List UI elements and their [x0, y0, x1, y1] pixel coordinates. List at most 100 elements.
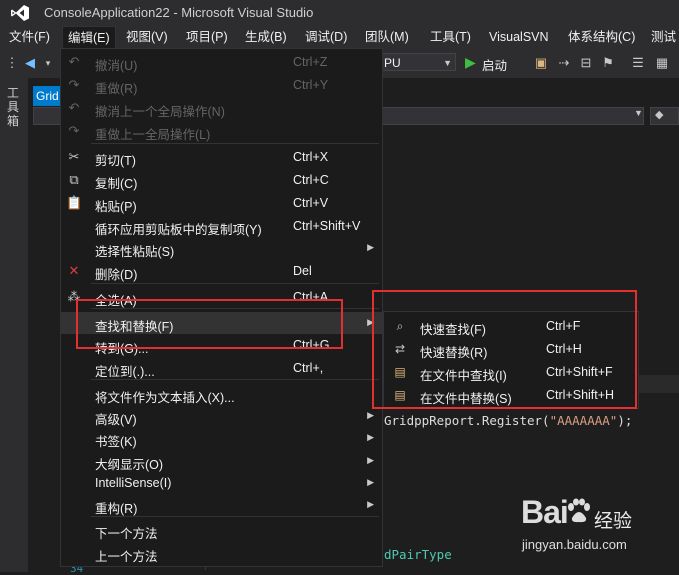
document-tab[interactable]: Grid: [33, 86, 61, 106]
edit-menu-item-label: 重构(R): [95, 502, 138, 516]
edit-menu-item: ↷ 重做上一全局操作(L): [61, 120, 382, 142]
submenu-arrow-icon: ▶: [367, 242, 374, 252]
edit-menu-item-label: 将文件作为文本插入(X)...: [95, 391, 235, 405]
visual-studio-logo-icon: [11, 5, 29, 21]
edit-menu-item[interactable]: ✂ 剪切(T) Ctrl+X: [61, 146, 382, 168]
paw-logo-icon: [568, 498, 590, 523]
edit-menu-item[interactable]: ⧉ 复制(C) Ctrl+C: [61, 169, 382, 191]
menu-separator: [91, 283, 379, 284]
edit-menu-item[interactable]: 选择性粘贴(S) ▶: [61, 237, 382, 259]
menu-5[interactable]: 调试(D): [300, 26, 352, 48]
edit-menu-item-label: 下一个方法: [95, 527, 158, 541]
attach-icon[interactable]: ▣: [533, 55, 549, 71]
chevron-down-icon: ▼: [634, 108, 643, 118]
menu-9[interactable]: 体系结构(C): [563, 26, 640, 48]
menu-2[interactable]: 视图(V): [121, 26, 173, 48]
edit-menu-item-label: IntelliSense(I): [95, 476, 172, 490]
comment-icon[interactable]: ▦: [654, 55, 670, 71]
menu-10[interactable]: 测试: [646, 26, 679, 48]
copy-icon: ⧉: [69, 172, 79, 187]
edit-menu-item[interactable]: 上一个方法: [61, 542, 382, 564]
code-line[interactable]: GridppReport.Register("AAAAAAA");: [384, 413, 632, 428]
edit-menu-item-shortcut: Ctrl+,: [293, 361, 324, 375]
menu-separator: [91, 143, 379, 144]
list-icon[interactable]: ☰: [630, 55, 646, 71]
edit-menu-item[interactable]: 循环应用剪贴板中的复制项(Y) Ctrl+Shift+V: [61, 215, 382, 237]
chevron-down-icon: ▼: [443, 58, 452, 68]
edit-menu-item[interactable]: 下一个方法: [61, 519, 382, 541]
menu-8[interactable]: VisualSVN: [484, 26, 554, 48]
edit-menu-item-shortcut: Ctrl+C: [293, 173, 329, 187]
edit-menu-item-label: 上一个方法: [95, 550, 158, 564]
annotation-box-find-replace: [76, 299, 343, 349]
edit-menu-item-label: 大纲显示(O): [95, 458, 164, 472]
start-button-label[interactable]: 启动: [482, 55, 507, 74]
redo-icon: ↷: [68, 77, 80, 92]
edit-menu-item[interactable]: 定位到(.)... Ctrl+,: [61, 357, 382, 379]
edit-menu-item-shortcut: Ctrl+V: [293, 196, 329, 210]
undo-global-icon: ↶: [68, 100, 80, 115]
edit-menu-item-label: 循环应用剪贴板中的复制项(Y): [95, 223, 262, 237]
paste-icon: 📋: [66, 195, 83, 210]
edit-menu-item[interactable]: 重构(R) ▶: [61, 494, 382, 516]
platform-combo-value: PU: [384, 56, 401, 70]
edit-menu-item-label: 复制(C): [95, 177, 138, 191]
edit-menu-item-shortcut: Ctrl+Z: [293, 55, 328, 69]
type-nav-combo[interactable]: [380, 107, 644, 125]
edit-menu-item[interactable]: 📋 粘贴(P) Ctrl+V: [61, 192, 382, 214]
edit-menu-item[interactable]: 大纲显示(O) ▶: [61, 450, 382, 472]
undo-icon: ↶: [68, 54, 80, 69]
start-icon[interactable]: ▶: [465, 54, 476, 71]
menu-6[interactable]: 团队(M): [360, 26, 414, 48]
platform-combo[interactable]: PU ▼: [380, 53, 456, 71]
menu-0[interactable]: 文件(F): [4, 26, 55, 48]
watermark-url: jingyan.baidu.com: [522, 537, 627, 552]
toolbox-strip: [0, 78, 28, 572]
project-nav-combo[interactable]: [33, 107, 63, 125]
edit-menu-item-label: 撤消(U): [95, 59, 138, 73]
submenu-arrow-icon: ▶: [367, 499, 374, 509]
menu-3[interactable]: 项目(P): [181, 26, 233, 48]
step-icon[interactable]: ⇢: [556, 55, 572, 71]
edit-menu-item-label: 高级(V): [95, 413, 137, 427]
edit-menu-item[interactable]: 将文件作为文本插入(X)...: [61, 383, 382, 405]
annotation-box-submenu: [372, 290, 637, 409]
delete-icon: ✕: [68, 263, 80, 278]
edit-menu-item-label: 粘贴(P): [95, 200, 137, 214]
menu-bar: 文件(F) 编辑(E) 视图(V) 项目(P) 生成(B) 调试(D) 团队(M) 工具(T)…: [0, 26, 679, 48]
redo-global-icon: ↷: [68, 123, 80, 138]
submenu-arrow-icon: ▶: [367, 455, 374, 465]
edit-menu-item-label: 剪切(T): [95, 154, 136, 168]
toolbox-tab[interactable]: 工具箱: [7, 86, 21, 128]
edit-menu-item: ↶ 撤消上一个全局操作(N): [61, 97, 382, 119]
edit-menu-item-label: 书签(K): [95, 435, 137, 449]
edit-menu-item[interactable]: 书签(K) ▶: [61, 427, 382, 449]
window-title: ConsoleApplication22 - Microsoft Visual …: [44, 5, 314, 20]
member-icon: ◆: [655, 109, 664, 121]
edit-menu-item-label: 重做上一全局操作(L): [95, 128, 211, 142]
code-line[interactable]: dPairType: [384, 547, 452, 562]
edit-menu-item-shortcut: Ctrl+Shift+V: [293, 219, 361, 233]
back-icon[interactable]: ◀: [22, 55, 38, 71]
submenu-arrow-icon: ▶: [367, 410, 374, 420]
edit-menu-item-shortcut: Ctrl+Y: [293, 78, 329, 92]
menu-7[interactable]: 工具(T): [425, 26, 476, 48]
edit-menu-item: ↶ 撤消(U) Ctrl+Z: [61, 51, 382, 73]
edit-menu-item: ↷ 重做(R) Ctrl+Y: [61, 74, 382, 96]
bookmark-icon[interactable]: ⚑: [600, 55, 616, 71]
cut-icon: ✂: [68, 149, 80, 164]
watermark-text: 经验: [594, 511, 633, 532]
edit-menu-item-label: 定位到(.)...: [95, 365, 155, 379]
edit-menu-item-shortcut: Del: [293, 264, 312, 278]
hierarchy-icon[interactable]: ⊟: [578, 55, 594, 71]
edit-menu-item-label: 删除(D): [95, 268, 138, 282]
menu-4[interactable]: 生成(B): [240, 26, 292, 48]
edit-menu-item[interactable]: ✕ 删除(D) Del: [61, 260, 382, 282]
menu-1[interactable]: 编辑(E): [62, 26, 116, 48]
edit-menu-item[interactable]: 高级(V) ▶: [61, 405, 382, 427]
edit-menu-item-label: 重做(R): [95, 82, 138, 96]
edit-menu-item-label: 选择性粘贴(S): [95, 245, 175, 259]
back-dropdown-icon[interactable]: ▾: [40, 55, 56, 71]
submenu-arrow-icon: ▶: [367, 432, 374, 442]
edit-menu-item[interactable]: IntelliSense(I) ▶: [61, 472, 382, 494]
